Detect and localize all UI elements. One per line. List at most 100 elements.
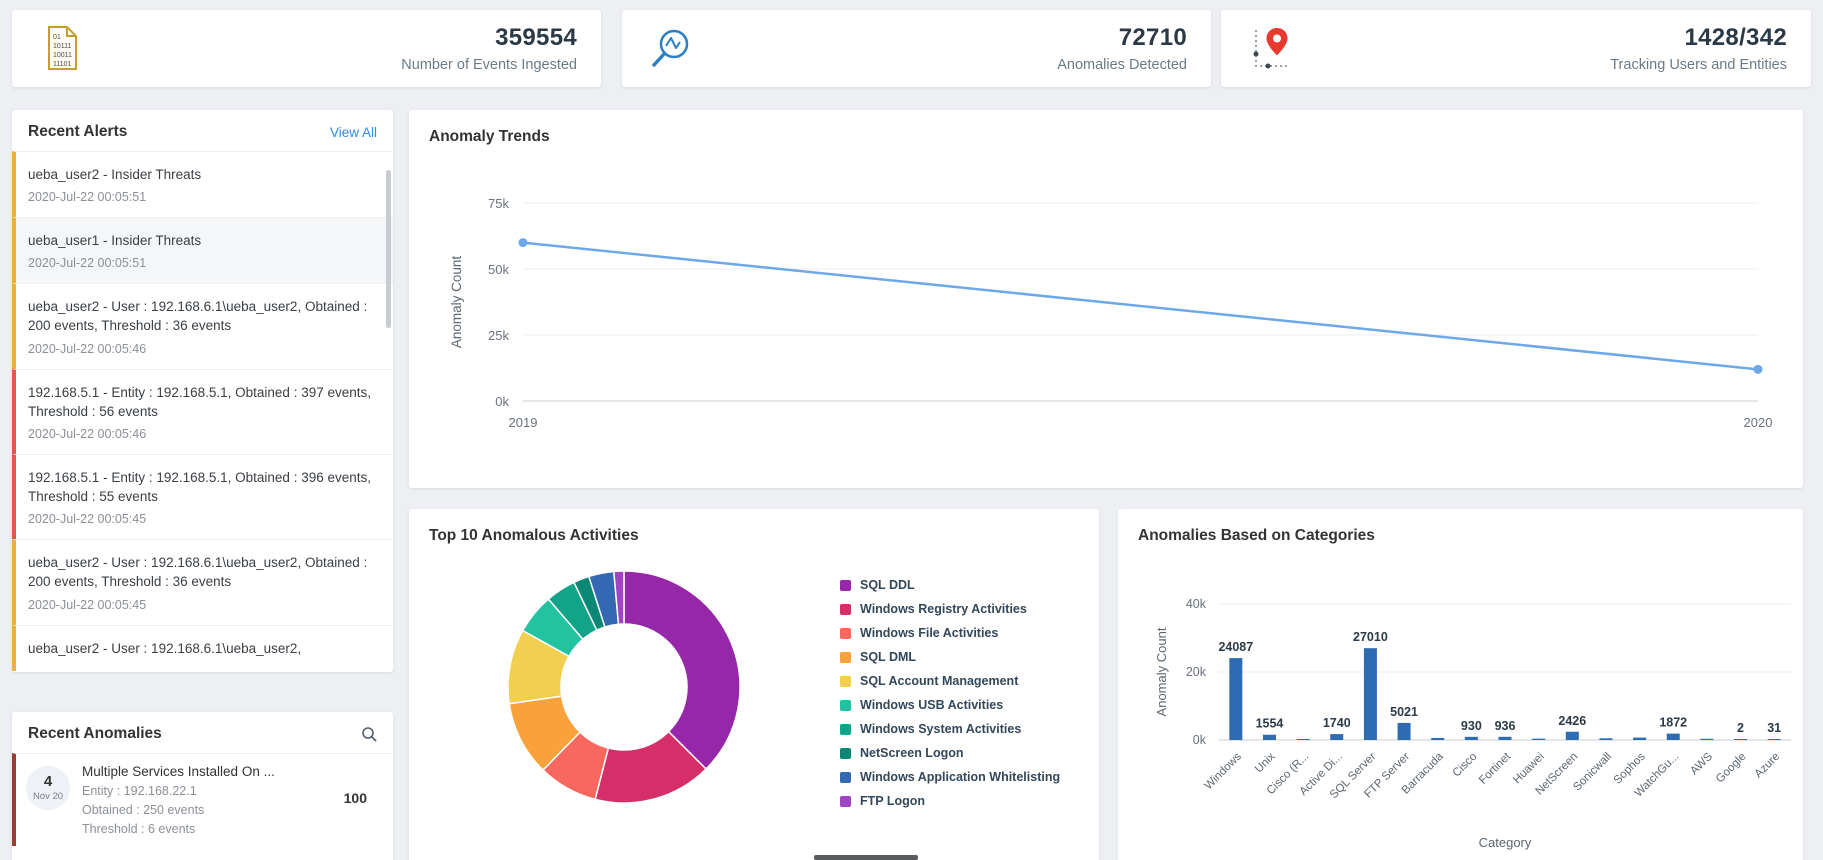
alert-timestamp: 2020-Jul-22 00:05:51: [28, 256, 147, 271]
anomaly-month: Nov 20: [32, 791, 64, 803]
legend-swatch: [840, 651, 851, 663]
anomalies-detected-label: Anomalies Detected: [1057, 57, 1187, 73]
legend-swatch: [840, 771, 851, 783]
legend-item[interactable]: SQL DDL: [840, 573, 1060, 597]
alerts-scrollbar-thumb[interactable]: [386, 170, 391, 328]
legend-item[interactable]: FTP Logon: [840, 789, 1060, 813]
stat-card-events-ingested: 01 10111 10011 11101 359554 Number of Ev…: [12, 10, 601, 87]
svg-text:2: 2: [1737, 721, 1744, 735]
alert-timestamp: 2020-Jul-22 00:05:51: [28, 190, 147, 205]
binary-file-icon: 01 10111 10011 11101: [36, 23, 86, 75]
recent-anomalies-list: 4 Nov 20 Multiple Services Installed On ..…: [12, 753, 393, 846]
alert-timestamp: 2020-Jul-22 00:05:46: [28, 341, 147, 356]
alert-title: 192.168.5.1 - Entity : 192.168.5.1, Obta…: [28, 384, 371, 419]
legend-label: SQL DDL: [860, 578, 915, 592]
legend-label: Windows File Activities: [860, 626, 999, 640]
svg-text:1740: 1740: [1323, 716, 1351, 730]
alert-timestamp: 2020-Jul-22 00:05:45: [28, 512, 147, 527]
svg-text:0k: 0k: [1193, 733, 1207, 747]
events-ingested-value: 359554: [495, 24, 577, 51]
alert-timestamp: 2020-Jul-22 00:05:45: [28, 597, 147, 612]
page-hscrollbar-thumb[interactable]: [814, 855, 918, 860]
svg-text:0k: 0k: [495, 394, 509, 409]
svg-text:5021: 5021: [1390, 705, 1418, 719]
legend-item[interactable]: Windows Registry Activities: [840, 597, 1060, 621]
legend-label: SQL DML: [860, 650, 917, 664]
legend-item[interactable]: Windows USB Activities: [840, 693, 1060, 717]
alert-item[interactable]: 192.168.5.1 - Entity : 192.168.5.1, Obta…: [12, 453, 393, 540]
tracking-pin-icon: [1245, 23, 1295, 75]
top-activities-panel: Top 10 Anomalous Activities SQL DDL Windo…: [409, 509, 1099, 860]
recent-anomalies-title: Recent Anomalies: [28, 725, 162, 742]
svg-text:10011: 10011: [53, 52, 72, 59]
legend-swatch: [840, 699, 851, 711]
legend-item[interactable]: NetScreen Logon: [840, 741, 1060, 765]
anomaly-title: Multiple Services Installed On ...: [82, 764, 275, 779]
anomaly-entity: Entity : 192.168.22.1: [82, 784, 197, 798]
legend-label: Windows System Activities: [860, 722, 1022, 736]
tracking-users-value: 1428/342: [1684, 24, 1787, 51]
svg-text:Azure: Azure: [1753, 751, 1783, 781]
legend-item[interactable]: Windows File Activities: [840, 621, 1060, 645]
svg-text:Cisco: Cisco: [1451, 751, 1480, 780]
categories-panel: Anomalies Based on Categories 0k 20k 40k 24…: [1118, 509, 1803, 860]
stat-card-anomalies-detected: 72710 Anomalies Detected: [622, 10, 1211, 87]
recent-anomalies-header: Recent Anomalies: [12, 712, 393, 753]
recent-alerts-panel: Recent Alerts View All ueba_user2 - Insi…: [12, 110, 393, 672]
top-activities-legend: SQL DDL Windows Registry Activities Window…: [840, 573, 1060, 813]
categories-chart[interactable]: 0k 20k 40k 24087 Windows 1554 Unix Cisco (R... 1…: [1118, 509, 1803, 860]
anomaly-day: 4: [43, 772, 53, 790]
alert-title: ueba_user2 - User : 192.168.6.1\ueba_use…: [28, 640, 302, 656]
legend-item[interactable]: Windows Application Whitelisting: [840, 765, 1060, 789]
legend-item[interactable]: SQL DML: [840, 645, 1060, 669]
legend-label: Windows USB Activities: [860, 698, 1004, 712]
svg-text:25k: 25k: [488, 328, 509, 343]
svg-text:Google: Google: [1714, 751, 1749, 786]
svg-text:10111: 10111: [53, 43, 72, 50]
view-all-link[interactable]: View All: [330, 125, 377, 140]
recent-alerts-header: Recent Alerts View All: [12, 110, 393, 151]
svg-text:2426: 2426: [1558, 714, 1586, 728]
tracking-users-label: Tracking Users and Entities: [1610, 57, 1787, 73]
legend-swatch: [840, 603, 851, 615]
alert-title: ueba_user2 - User : 192.168.6.1\ueba_use…: [28, 555, 368, 590]
svg-text:Windows: Windows: [1202, 750, 1244, 792]
svg-text:24087: 24087: [1218, 640, 1253, 654]
svg-text:Anomaly Count: Anomaly Count: [449, 256, 464, 349]
svg-text:1554: 1554: [1256, 717, 1284, 731]
legend-item[interactable]: SQL Account Management: [840, 669, 1060, 693]
anomaly-date-badge: 4 Nov 20: [26, 766, 70, 810]
anomaly-trends-chart[interactable]: 0k 25k 50k 75k 2019 2020 Anomaly Count: [409, 110, 1803, 488]
alert-item[interactable]: ueba_user2 - User : 192.168.6.1\ueba_use…: [12, 283, 393, 369]
events-ingested-label: Number of Events Ingested: [401, 57, 577, 73]
alert-item[interactable]: 192.168.5.1 - Entity : 192.168.5.1, Obta…: [12, 368, 393, 454]
anomalies-detected-value: 72710: [1118, 24, 1187, 51]
alert-item[interactable]: ueba_user1 - Insider Threats 2020-Jul-22 …: [12, 217, 393, 284]
search-icon[interactable]: [361, 726, 377, 742]
svg-text:11101: 11101: [53, 61, 72, 68]
svg-text:20k: 20k: [1186, 665, 1207, 679]
legend-swatch: [840, 723, 851, 735]
svg-text:Anomaly Count: Anomaly Count: [1154, 627, 1169, 716]
anomaly-score: 100: [343, 790, 367, 806]
alert-title: 192.168.5.1 - Entity : 192.168.5.1, Obta…: [28, 469, 371, 505]
svg-text:Fortinet: Fortinet: [1477, 750, 1514, 787]
recent-anomalies-panel: Recent Anomalies 4 Nov 20 Multiple Service…: [12, 712, 393, 860]
svg-text:40k: 40k: [1186, 597, 1207, 611]
recent-alerts-title: Recent Alerts: [28, 123, 128, 140]
alert-item[interactable]: ueba_user2 - User : 192.168.6.1\ueba_use…: [12, 624, 393, 671]
alert-title: ueba_user1 - Insider Threats: [28, 233, 202, 249]
legend-swatch: [840, 627, 851, 639]
svg-text:50k: 50k: [488, 262, 509, 277]
alert-title: ueba_user2 - Insider Threats: [28, 167, 202, 182]
anomaly-item[interactable]: 4 Nov 20 Multiple Services Installed On ..…: [12, 753, 393, 846]
legend-swatch: [840, 795, 851, 807]
legend-label: NetScreen Logon: [860, 746, 964, 760]
alert-item[interactable]: ueba_user2 - User : 192.168.6.1\ueba_use…: [12, 539, 393, 625]
anomaly-obtained: Obtained : 250 events: [82, 803, 205, 817]
svg-text:Category: Category: [1479, 835, 1532, 850]
legend-item[interactable]: Windows System Activities: [840, 717, 1060, 741]
svg-text:75k: 75k: [488, 196, 509, 211]
alert-timestamp: 2020-Jul-22 00:05:46: [28, 426, 147, 441]
alert-item[interactable]: ueba_user2 - Insider Threats 2020-Jul-22 …: [12, 151, 393, 218]
